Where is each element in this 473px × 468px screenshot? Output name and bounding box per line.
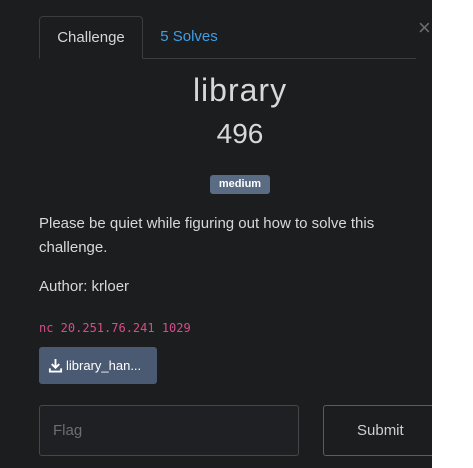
download-icon <box>48 358 63 373</box>
submit-button[interactable]: Submit <box>323 405 432 456</box>
challenge-tabs: Challenge 5 Solves <box>39 16 416 59</box>
download-file-label: library_han... <box>66 358 142 373</box>
close-icon[interactable]: × <box>418 16 432 40</box>
tab-challenge[interactable]: Challenge <box>39 16 143 59</box>
challenge-title: library <box>192 72 288 108</box>
challenge-points: 496 <box>216 118 264 149</box>
challenge-modal: × Challenge 5 Solves library 496 medium … <box>0 0 432 468</box>
connection-info: nc 20.251.76.241 1029 <box>39 321 191 335</box>
download-file-button[interactable]: library_han... <box>39 347 157 384</box>
challenge-description: Please be quiet while figuring out how t… <box>39 215 375 256</box>
tab-solves[interactable]: 5 Solves <box>151 16 227 58</box>
challenge-author: Author: krloer <box>39 278 130 295</box>
difficulty-badge: medium <box>210 175 270 194</box>
flag-input[interactable] <box>39 405 299 456</box>
